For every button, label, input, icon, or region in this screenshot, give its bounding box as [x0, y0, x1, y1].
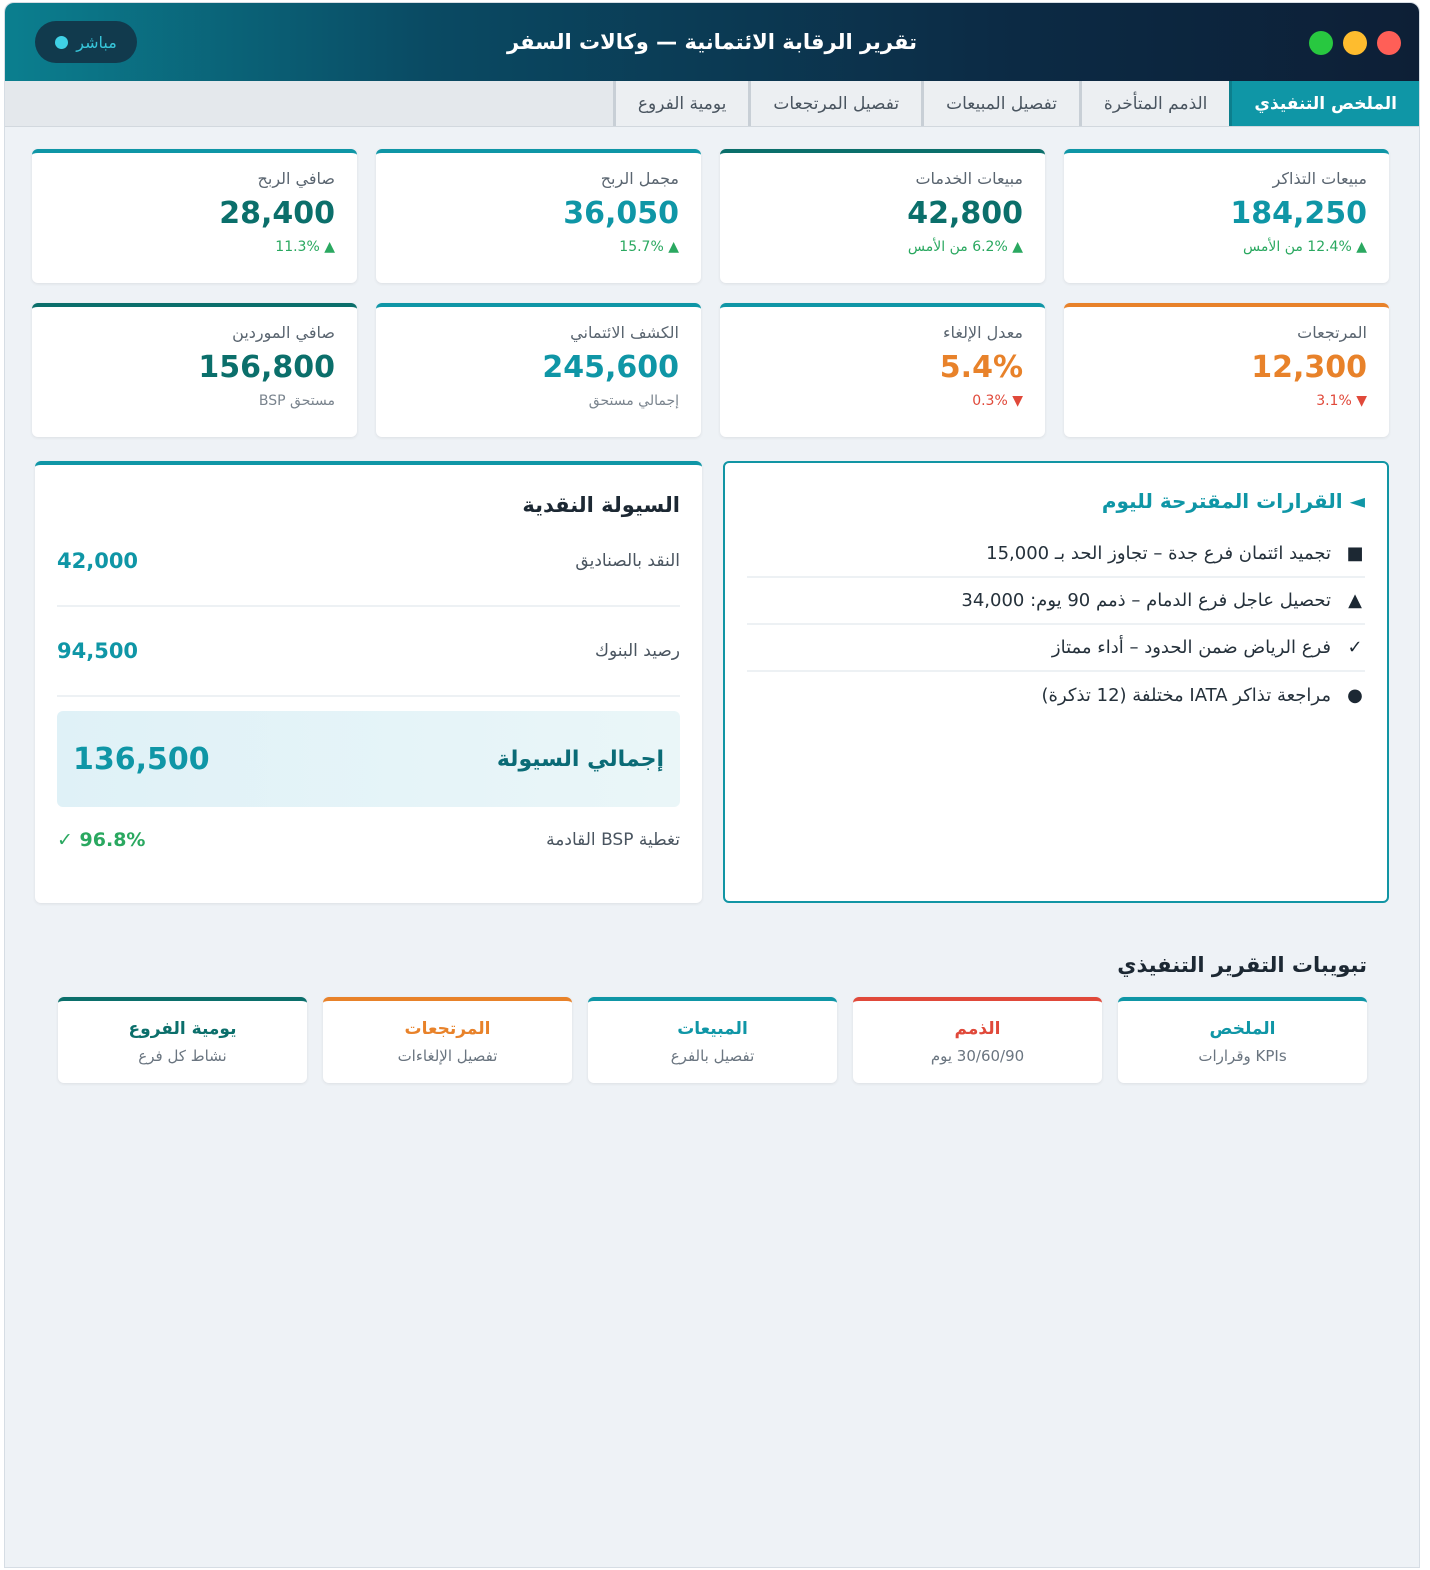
- kpi-value: 12,300: [1251, 350, 1367, 385]
- live-status-badge: مباشر: [35, 21, 137, 63]
- decision-item: ■ تجميد ائتمان فرع جدة – تجاوز الحد بـ 15…: [747, 531, 1365, 578]
- kpi-card: مبيعات التذاكر 184,250 ▲ 12.4% من الأمس: [1064, 149, 1389, 283]
- live-dot-icon: [55, 35, 69, 49]
- cash-panel: السيولة النقدية النقد بالصناديق 42,000 ر…: [35, 461, 702, 903]
- window-title: تقرير الرقابة الائتمانية — وكالات السفر: [507, 30, 917, 54]
- kpi-card: معدل الإلغاء 5.4% ▼ 0.3%: [720, 303, 1045, 437]
- kpi-change: ▼ 0.3%: [972, 393, 1023, 409]
- cash-row-banks: رصيد البنوك 94,500: [57, 607, 680, 697]
- kpi-label: مبيعات التذاكر: [1272, 169, 1367, 188]
- cash-title: السيولة النقدية: [522, 493, 680, 517]
- cash-row-boxes: النقد بالصناديق 42,000: [57, 517, 680, 607]
- kpi-value: 184,250: [1230, 196, 1367, 231]
- cash-row-value: 94,500: [57, 639, 139, 663]
- kpi-label: المرتجعات: [1297, 323, 1367, 342]
- report-tab-subtitle: تفصيل بالفرع: [670, 1047, 755, 1065]
- tab-3[interactable]: تفصيل المرتجعات: [748, 81, 922, 126]
- kpi-card: مجمل الربح 36,050 ▲ 15.7%: [376, 149, 701, 283]
- report-tab-subtitle: 30/60/90 يوم: [930, 1047, 1025, 1065]
- kpi-label: معدل الإلغاء: [943, 323, 1023, 342]
- decision-text: تجميد ائتمان فرع جدة – تجاوز الحد بـ 15,…: [986, 543, 1331, 564]
- kpi-label: الكشف الائتماني: [570, 323, 679, 342]
- report-tab-subtitle: تفصيل الإلغاءات: [397, 1047, 498, 1065]
- tab-2[interactable]: تفصيل المبيعات: [921, 81, 1079, 126]
- kpi-change: ▲ 12.4% من الأمس: [1243, 239, 1367, 255]
- decision-text: فرع الرياض ضمن الحدود – أداء ممتاز: [1051, 637, 1331, 658]
- triangle-icon: ▲: [1348, 590, 1362, 611]
- kpi-value: 245,600: [542, 350, 679, 385]
- decisions-list: ■ تجميد ائتمان فرع جدة – تجاوز الحد بـ 15…: [747, 531, 1365, 719]
- decision-text: مراجعة تذاكر IATA مختلفة (12 تذكرة): [1041, 685, 1331, 706]
- cash-total-box: إجمالي السيولة 136,500: [57, 711, 680, 807]
- kpi-change: ▲ 11.3%: [275, 239, 335, 255]
- report-tab-card[interactable]: المرتجعات تفصيل الإلغاءات: [323, 997, 572, 1083]
- circle-icon: ●: [1347, 685, 1363, 706]
- kpi-label: صافي الموردين: [232, 323, 335, 342]
- minimize-window-button[interactable]: [1343, 31, 1367, 55]
- app-window: تقرير الرقابة الائتمانية — وكالات السفر …: [4, 2, 1420, 1568]
- kpi-value: 28,400: [219, 196, 335, 231]
- kpi-label: مجمل الربح: [600, 169, 679, 188]
- kpi-value: 42,800: [907, 196, 1023, 231]
- report-tabs-heading: تبويبات التقرير التنفيذي: [1117, 953, 1367, 977]
- report-tab-subtitle: نشاط كل فرع: [138, 1047, 227, 1065]
- kpi-value: 36,050: [563, 196, 679, 231]
- title-bar: تقرير الرقابة الائتمانية — وكالات السفر …: [5, 3, 1419, 81]
- bsp-coverage-row: تغطية BSP القادمة ✓ 96.8%: [57, 829, 680, 851]
- tab-1[interactable]: الذمم المتأخرة: [1078, 81, 1230, 126]
- report-tab-title: المبيعات: [677, 1019, 748, 1039]
- kpi-change: ▲ 15.7%: [619, 239, 679, 255]
- report-tab-card[interactable]: المبيعات تفصيل بالفرع: [588, 997, 837, 1083]
- decision-item: ● مراجعة تذاكر IATA مختلفة (12 تذكرة): [747, 672, 1365, 719]
- window-controls: [1309, 31, 1401, 55]
- cash-row-label: رصيد البنوك: [594, 641, 680, 661]
- cash-row-label: النقد بالصناديق: [575, 551, 680, 571]
- kpi-card: صافي الربح 28,400 ▲ 11.3%: [32, 149, 357, 283]
- report-tab-subtitle: KPIs وقرارات: [1198, 1047, 1287, 1065]
- cash-total-label: إجمالي السيولة: [496, 746, 664, 772]
- check-icon: ✓: [1347, 637, 1363, 658]
- bsp-coverage-value: ✓ 96.8%: [57, 829, 146, 851]
- square-icon: ■: [1346, 543, 1364, 564]
- kpi-value: 5.4%: [939, 350, 1023, 385]
- report-tab-title: الملخص: [1209, 1019, 1276, 1039]
- kpi-change: مستحق BSP: [258, 393, 335, 409]
- report-tab-card[interactable]: الملخص KPIs وقرارات: [1118, 997, 1367, 1083]
- report-tab-title: يومية الفروع: [128, 1019, 237, 1039]
- report-tab-card[interactable]: يومية الفروع نشاط كل فرع: [58, 997, 307, 1083]
- maximize-window-button[interactable]: [1309, 31, 1333, 55]
- live-label: مباشر: [76, 32, 117, 52]
- decision-item: ▲ تحصيل عاجل فرع الدمام – ذمم 90 يوم: 34,…: [747, 578, 1365, 625]
- kpi-card: المرتجعات 12,300 ▼ 3.1%: [1064, 303, 1389, 437]
- close-window-button[interactable]: [1377, 31, 1401, 55]
- cash-total-value: 136,500: [73, 741, 210, 777]
- kpi-change: ▲ 6.2% من الأمس: [907, 239, 1023, 255]
- kpi-card: صافي الموردين 156,800 مستحق BSP: [32, 303, 357, 437]
- report-tab-card[interactable]: الذمم 30/60/90 يوم: [853, 997, 1102, 1083]
- tab-0[interactable]: الملخص التنفيذي: [1229, 81, 1419, 126]
- bsp-coverage-label: تغطية BSP القادمة: [546, 830, 680, 850]
- report-tabs-grid: الملخص KPIs وقرارات الذمم 30/60/90 يوم المبي…: [56, 997, 1367, 1083]
- report-tab-title: المرتجعات: [404, 1019, 491, 1039]
- kpi-change: إجمالي مستحق: [588, 393, 679, 409]
- decision-item: ✓ فرع الرياض ضمن الحدود – أداء ممتاز: [747, 625, 1365, 672]
- tab-bar: الملخص التنفيذي الذمم المتأخرة تفصيل المبي…: [5, 81, 1419, 127]
- tab-4[interactable]: يومية الفروع: [612, 81, 749, 126]
- decisions-panel: ◄ القرارات المقترحة لليوم ■ تجميد ائتمان …: [723, 461, 1389, 903]
- kpi-value: 156,800: [198, 350, 335, 385]
- report-tab-title: الذمم: [954, 1019, 1001, 1039]
- decisions-title: ◄ القرارات المقترحة لليوم: [1101, 489, 1365, 513]
- kpi-label: صافي الربح: [257, 169, 335, 188]
- kpi-card: الكشف الائتماني 245,600 إجمالي مستحق: [376, 303, 701, 437]
- kpi-grid: مبيعات التذاكر 184,250 ▲ 12.4% من الأمس مبي…: [32, 149, 1389, 437]
- kpi-label: مبيعات الخدمات: [915, 169, 1023, 188]
- kpi-card: مبيعات الخدمات 42,800 ▲ 6.2% من الأمس: [720, 149, 1045, 283]
- kpi-change: ▼ 3.1%: [1316, 393, 1367, 409]
- cash-row-value: 42,000: [57, 549, 139, 573]
- decision-text: تحصيل عاجل فرع الدمام – ذمم 90 يوم: 34,0…: [961, 590, 1331, 611]
